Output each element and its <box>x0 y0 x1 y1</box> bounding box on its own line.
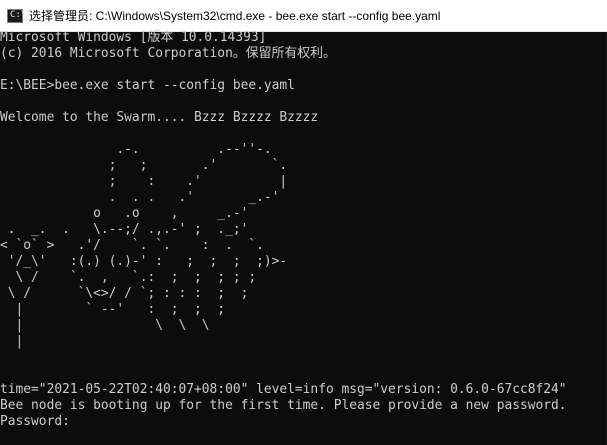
title-bar[interactable]: C:\ 选择管理员: C:\Windows\System32\cmd.exe -… <box>0 0 607 32</box>
console-line: . _. . \.--;/ .,.-' ; ._;' <box>0 222 257 237</box>
console-line: . . . .' _.-' <box>0 190 280 205</box>
console-line: E:\BEE>bee.exe start --config bee.yaml <box>0 78 295 93</box>
console-line: \ / `. , `.: ; ; ; ; ; <box>0 270 257 285</box>
console-line: | <box>0 334 24 349</box>
console-output-area[interactable]: Microsoft Windows [版本 10.0.14393] (c) 201… <box>0 30 607 445</box>
console-line: Bee node is booting up for the first tim… <box>0 398 567 413</box>
console-line: '/_\' :(.) (.)-' : ; ; ; ;)>- <box>0 254 288 269</box>
console-line: < `o` > .'/ `. `. : . `. <box>0 238 264 253</box>
window-title: 选择管理员: C:\Windows\System32\cmd.exe - bee… <box>29 9 441 23</box>
console-line: .-. .--''-. <box>0 142 272 157</box>
console-line: ; ; .' `. <box>0 158 288 173</box>
console-line: o .o , _.-' <box>0 206 249 221</box>
console-line: Password: <box>0 414 70 429</box>
console-line: (c) 2016 Microsoft Corporation。保留所有权利。 <box>0 46 336 61</box>
console-text: Microsoft Windows [版本 10.0.14393] (c) 201… <box>0 30 567 430</box>
console-line: Welcome to the Swarm.... Bzzz Bzzzz Bzzz… <box>0 110 319 125</box>
console-line: Microsoft Windows [版本 10.0.14393] <box>0 30 267 45</box>
console-line: | ` --' : ; ; ; <box>0 302 226 317</box>
console-line: time="2021-05-22T02:40:07+08:00" level=i… <box>0 382 567 397</box>
cmd-window: C:\ 选择管理员: C:\Windows\System32\cmd.exe -… <box>0 0 607 445</box>
console-line: ; : .' | <box>0 174 288 189</box>
console-line: | \ \ \ <box>0 318 210 333</box>
console-line: \ / `\<>/ / `; : : : ; ; <box>0 286 249 301</box>
terminal-icon[interactable]: C:\ <box>7 9 27 23</box>
prompt-glyph-icon: C:\ <box>10 10 27 20</box>
